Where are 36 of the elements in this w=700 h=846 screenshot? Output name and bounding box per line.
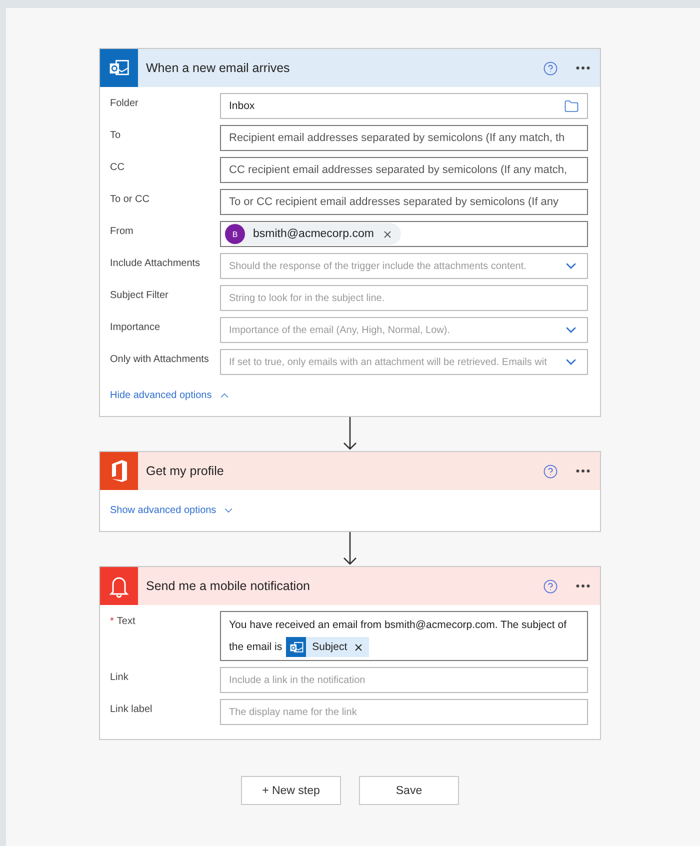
field-label: Subject Filter (110, 289, 170, 301)
card-title: When a new email arrives (146, 61, 291, 75)
from-field[interactable]: B bsmith@acmecorp.com (220, 221, 588, 247)
required-mark: * (110, 616, 114, 627)
avatar-initial: B (225, 224, 245, 244)
close-icon[interactable] (353, 642, 364, 653)
field-label: Only with Attachments (110, 353, 210, 365)
card-title: Send me a mobile notification (146, 579, 311, 593)
address-field[interactable]: Recipient email addresses separated by semicolons (If any match, th (220, 125, 588, 151)
folder-field[interactable]: Inbox (220, 93, 588, 119)
folder-icon[interactable] (564, 98, 579, 114)
advanced-options-link[interactable]: Show advanced options (110, 496, 236, 517)
card-title: Get my profile (146, 464, 225, 478)
save-button[interactable]: Save (359, 776, 459, 805)
address-field[interactable]: To or CC recipient email addresses separated by semicolons (If any (220, 189, 588, 215)
field-label: * Text (110, 615, 136, 627)
field-label: Include Attachments (110, 257, 202, 269)
field-label: CC (110, 161, 126, 173)
field-label: From (110, 225, 134, 237)
office-icon (109, 459, 129, 483)
advanced-options-link[interactable]: Hide advanced options (110, 381, 231, 402)
field-label: Folder (110, 97, 140, 109)
new-step-button[interactable]: + New step (241, 776, 341, 805)
field-label: To or CC (110, 193, 150, 205)
email-chip[interactable]: B bsmith@acmecorp.com (225, 223, 401, 245)
field-label: Link (110, 671, 130, 683)
subject-token[interactable]: Subject (286, 637, 370, 658)
mail-icon (288, 640, 304, 655)
arrow-connector (342, 417, 358, 451)
field-label: To (110, 129, 122, 141)
address-field[interactable]: CC recipient email addresses separated by semicolons (If any match, (220, 157, 588, 183)
close-icon[interactable] (382, 228, 393, 240)
field-label: Importance (110, 321, 162, 333)
chip-email: bsmith@acmecorp.com (253, 228, 374, 240)
field-label: Link label (110, 703, 154, 715)
arrow-connector (342, 532, 358, 566)
